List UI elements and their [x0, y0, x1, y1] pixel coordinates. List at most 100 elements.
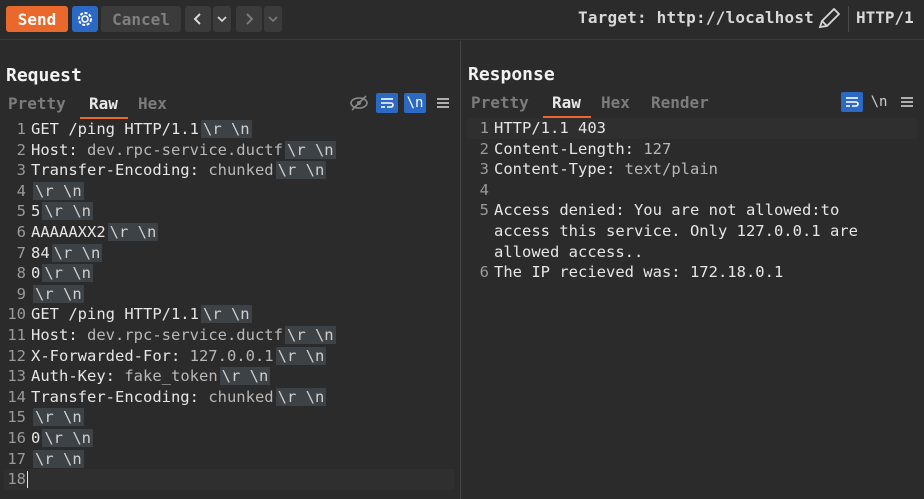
settings-gear-icon[interactable] — [72, 6, 98, 32]
line-number: 4 — [16, 181, 26, 200]
crlf-marker: \r \n — [33, 449, 84, 468]
header-value: chunked — [198, 161, 274, 180]
request-pane: Request Pretty Raw Hex \n 1 GET /ping HTT… — [0, 41, 460, 499]
forward-button[interactable] — [236, 6, 262, 32]
request-line: 12 X-Forwarded-For: 127.0.0.1 \r \n — [4, 346, 454, 367]
wrap-icon[interactable] — [841, 92, 863, 112]
line-content: 0 \r \n — [31, 428, 94, 449]
line-number: 4 — [479, 180, 489, 199]
header-value: fake_token — [115, 367, 218, 386]
forward-history-dropdown[interactable] — [264, 6, 282, 32]
line-content: \r \n — [31, 407, 84, 428]
header-name: Transfer-Encoding: — [31, 161, 199, 180]
response-line: 4 — [467, 180, 917, 201]
line-number: 5 — [479, 201, 489, 220]
line-number: 15 — [7, 408, 26, 427]
response-line: 2 Content-Length: 127 — [467, 139, 917, 160]
line-content: Access denied: You are not allowed:to — [494, 200, 839, 221]
request-line: 9 \r \n — [4, 284, 454, 305]
line-number: 2 — [16, 140, 26, 159]
line-text: GET /ping HTTP/1.1 — [31, 305, 199, 324]
header-name: Transfer-Encoding: — [31, 387, 199, 406]
line-content: The IP recieved was: 172.18.0.1 — [494, 262, 783, 283]
request-line: 10 GET /ping HTTP/1.1 \r \n — [4, 304, 454, 325]
request-line: 5 5 \r \n — [4, 201, 454, 222]
back-button[interactable] — [185, 6, 211, 32]
request-editor[interactable]: 1 GET /ping HTTP/1.1 \r \n 2 Host: dev.rpc-s… — [4, 119, 454, 497]
crlf-marker: \r \n — [284, 140, 336, 159]
crlf-marker: \r \n — [42, 202, 94, 221]
toolbar-divider — [848, 6, 849, 32]
hamburger-menu-icon[interactable] — [896, 92, 918, 112]
request-title: Request — [6, 65, 82, 86]
line-content: AAAAAXX2 \r \n — [31, 222, 159, 243]
text-cursor — [27, 471, 28, 489]
toolbar: Send Cancel Target: http://localhost HTT… — [0, 0, 924, 40]
crlf-marker: \r \n — [200, 120, 252, 138]
tab-response-render[interactable]: Render — [651, 93, 709, 112]
hamburger-menu-icon[interactable] — [432, 93, 454, 113]
tab-response-raw[interactable]: Raw — [552, 93, 581, 112]
request-line: 4 \r \n — [4, 181, 454, 202]
request-line: 2 Host: dev.rpc-service.ductf \r \n — [4, 140, 454, 161]
line-number: 1 — [479, 119, 489, 137]
header-name: Host: — [31, 326, 78, 344]
line-text: GET /ping HTTP/1.1 — [31, 120, 199, 138]
crlf-marker: \r \n — [33, 284, 84, 303]
line-content: \r \n — [31, 284, 84, 305]
line-text: 5 — [31, 202, 41, 221]
line-text: AAAAAXX2 — [31, 223, 106, 241]
response-pane: Response Pretty Raw Hex Render \n 1 HTTP/… — [461, 41, 924, 499]
line-content: GET /ping HTTP/1.1 \r \n — [31, 304, 252, 325]
line-number: 7 — [16, 243, 26, 262]
line-text: allowed access.. — [494, 242, 644, 261]
cancel-button[interactable]: Cancel — [101, 6, 181, 32]
chevron-down-icon — [268, 16, 278, 23]
request-line: 8 0 \r \n — [4, 263, 454, 284]
send-button[interactable]: Send — [6, 6, 68, 32]
crlf-marker: \r \n — [42, 264, 94, 283]
line-number: 8 — [16, 264, 26, 283]
crlf-marker: \r \n — [200, 305, 252, 324]
wrap-icon[interactable] — [376, 93, 398, 113]
line-number: 13 — [7, 367, 26, 386]
newline-icon[interactable]: \n — [868, 92, 890, 112]
back-history-dropdown[interactable] — [213, 6, 231, 32]
hide-icon[interactable] — [348, 93, 370, 113]
pencil-icon[interactable] — [815, 6, 843, 32]
line-content: Transfer-Encoding: chunked \r \n — [31, 387, 327, 408]
http-version-label[interactable]: HTTP/1 — [856, 8, 914, 27]
crlf-marker: \r \n — [33, 181, 84, 200]
request-line: 1 GET /ping HTTP/1.1 \r \n — [4, 119, 454, 140]
line-content: 84 \r \n — [31, 243, 103, 264]
response-line: 1 HTTP/1.1 403 — [467, 118, 917, 139]
crlf-marker: \r \n — [275, 161, 327, 180]
tab-response-hex[interactable]: Hex — [601, 93, 630, 112]
response-line: 6 The IP recieved was: 172.18.0.1 — [467, 262, 917, 283]
tab-request-raw[interactable]: Raw — [89, 94, 118, 113]
line-number: 3 — [16, 161, 26, 180]
response-line: 3 Content-Type: text/plain — [467, 159, 917, 180]
header-name: Content-Length: — [494, 139, 634, 158]
line-content: access this service. Only 127.0.0.1 are — [494, 221, 858, 242]
tab-response-pretty[interactable]: Pretty — [471, 93, 529, 112]
line-number: 3 — [479, 160, 489, 179]
line-text: HTTP/1.1 403 — [494, 119, 606, 137]
request-line: 3 Transfer-Encoding: chunked \r \n — [4, 160, 454, 181]
line-content: Host: dev.rpc-service.ductf \r \n — [31, 140, 336, 161]
header-name: Content-Type: — [494, 160, 616, 179]
header-value: text/plain — [615, 160, 718, 179]
tab-request-hex[interactable]: Hex — [138, 94, 167, 113]
line-text: 0 — [31, 429, 41, 447]
line-content: \r \n — [31, 181, 84, 202]
newline-icon[interactable]: \n — [404, 93, 426, 113]
tab-request-pretty[interactable]: Pretty — [8, 94, 66, 113]
crlf-marker: \r \n — [51, 243, 103, 262]
line-text: 0 — [31, 264, 41, 283]
response-editor[interactable]: 1 HTTP/1.1 403 2 Content-Length: 127 3 Conten… — [467, 118, 917, 498]
line-number: 11 — [7, 326, 26, 344]
target-url: Target: http://localhost — [578, 8, 814, 27]
header-value: 127.0.0.1 — [180, 346, 274, 365]
line-text: 84 — [31, 243, 50, 262]
response-line: 5 Access denied: You are not allowed:to — [467, 200, 917, 221]
